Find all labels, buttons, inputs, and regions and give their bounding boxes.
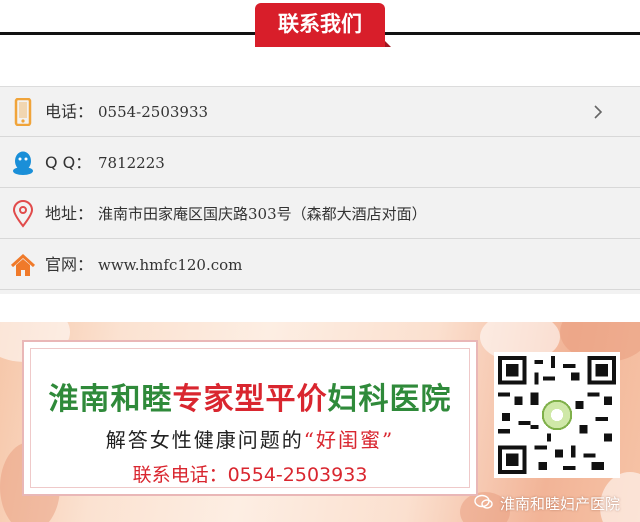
wechat-watermark: 淮南和睦妇产医院 [474,493,620,515]
banner-phone: 联系电话：0554-2503933 [132,464,368,486]
website-value[interactable]: www.hmfc120.com [98,240,242,290]
qq-value[interactable]: 7812223 [98,138,165,188]
banner-card: 淮南和睦专家型平价妇科医院 解答女性健康问题的“好闺蜜” 联系电话：0554-2… [22,340,478,496]
hospital-banner: 淮南和睦专家型平价妇科医院 解答女性健康问题的“好闺蜜” 联系电话：0554-2… [0,322,640,522]
home-icon [10,251,36,279]
phone-label: 电话： [45,102,94,121]
wechat-icon [474,494,494,514]
section-header: 联系我们 [0,0,640,60]
website-label: 官网： [45,255,94,274]
banner-subtitle: 解答女性健康问题的“好闺蜜” [105,428,395,452]
phone-icon [10,97,36,127]
qq-label: Q Q： [45,153,92,172]
contact-list: 电话： 0554-2503933 Q Q： 7812223 地址： 淮南市田家庵… [0,86,640,294]
location-pin-icon [10,200,36,228]
address-label: 地址： [45,204,94,223]
phone-value[interactable]: 0554-2503933 [98,87,208,137]
qq-icon [10,149,36,177]
banner-title: 淮南和睦专家型平价妇科医院 [48,382,452,417]
contact-row-phone[interactable]: 电话： 0554-2503933 [0,87,640,137]
chevron-right-icon[interactable] [590,104,606,120]
qr-code[interactable] [494,352,620,478]
contact-row-website[interactable]: 官网： www.hmfc120.com [0,240,640,290]
address-value[interactable]: 淮南市田家庵区国庆路303号（森都大酒店对面） [98,189,427,239]
contact-row-qq[interactable]: Q Q： 7812223 [0,138,640,188]
section-title: 联系我们 [255,3,391,47]
contact-row-address[interactable]: 地址： 淮南市田家庵区国庆路303号（森都大酒店对面） [0,189,640,239]
